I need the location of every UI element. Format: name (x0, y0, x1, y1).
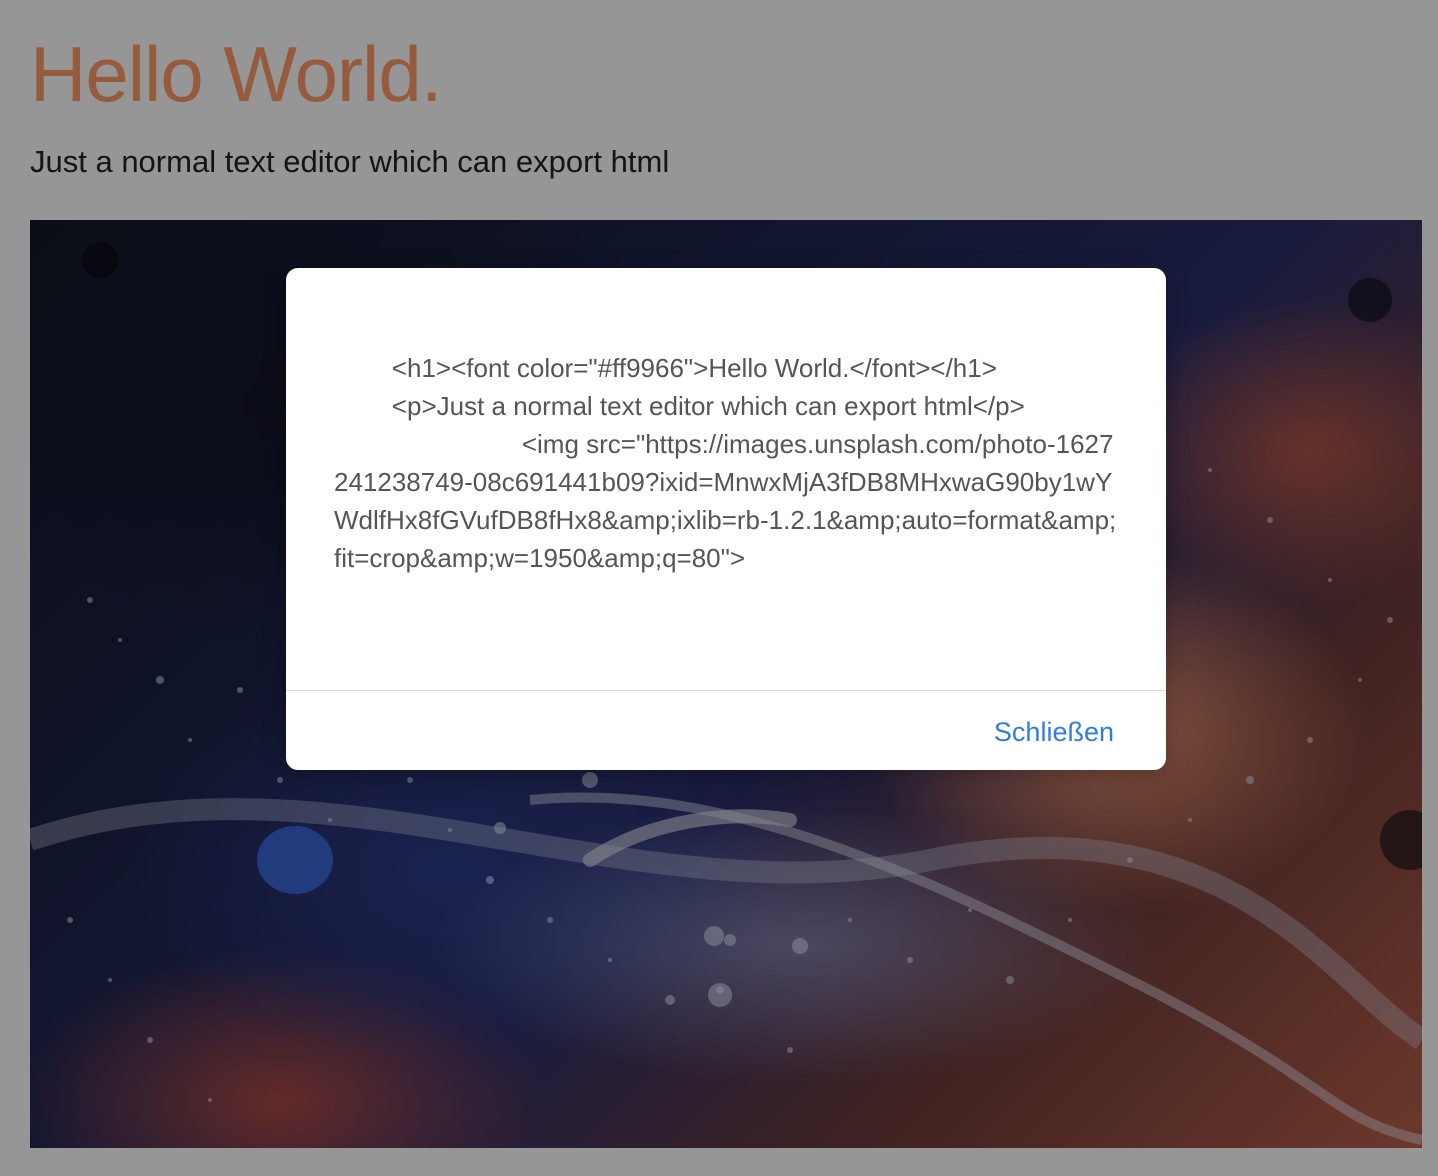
exported-html-code: <h1><font color="#ff9966">Hello World.</… (334, 353, 1117, 573)
page: Hello World. Just a normal text editor w… (0, 0, 1438, 1176)
export-html-dialog: <h1><font color="#ff9966">Hello World.</… (286, 268, 1166, 770)
dialog-divider (286, 690, 1166, 691)
close-button[interactable]: Schließen (994, 712, 1114, 752)
